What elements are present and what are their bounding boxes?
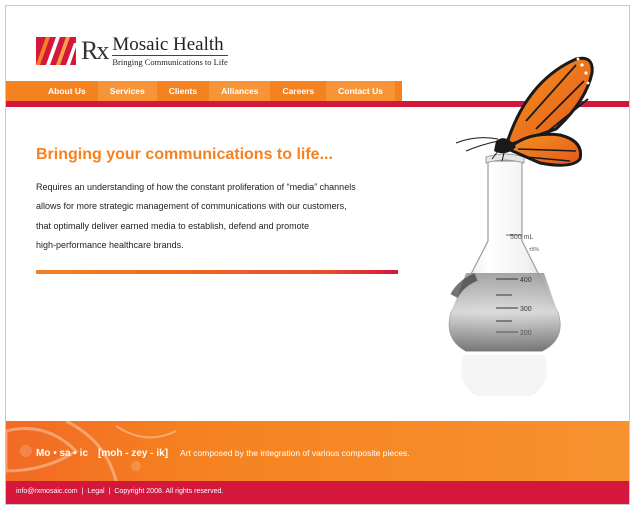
intro-line: allows for more strategic management of … xyxy=(36,201,347,212)
page-headline: Bringing your communications to life... xyxy=(36,146,333,163)
definition-band: Mo • sa • ic [moh - zey - ik] Art compos… xyxy=(6,421,629,481)
brand-tagline: Bringing Communications to Life xyxy=(112,55,228,67)
footer-email-link[interactable]: info@rxmosaic.com xyxy=(16,488,78,495)
intro-line: Requires an understanding of how the con… xyxy=(36,182,356,192)
intro-paragraph: Requires an understanding of how the con… xyxy=(36,178,406,255)
svg-text:500 mL: 500 mL xyxy=(510,234,533,241)
definition-text: Mo • sa • ic [moh - zey - ik] Art compos… xyxy=(36,448,410,459)
footer-text: info@rxmosaic.com | Legal | Copyright 20… xyxy=(16,488,223,495)
butterfly-icon xyxy=(455,56,594,167)
footer-separator: | xyxy=(81,488,84,495)
rx-symbol: Rx xyxy=(81,36,109,65)
nav-item-careers[interactable]: Careers xyxy=(270,81,326,101)
nav-item-contact-us[interactable]: Contact Us xyxy=(326,81,395,101)
svg-text:300: 300 xyxy=(520,306,532,313)
intro-line: high-performance healthcare brands. xyxy=(36,239,184,250)
page-frame: Rx Mosaic Health Bringing Communications… xyxy=(5,5,630,505)
footer-separator: | xyxy=(108,488,111,495)
footer: info@rxmosaic.com | Legal | Copyright 20… xyxy=(6,481,629,504)
logo-text: Mosaic Health Bringing Communications to… xyxy=(112,34,228,67)
flask-icon: 500 mL ±5% 400 300 200 xyxy=(448,153,561,396)
mosaic-phonetic: [moh - zey - ik] xyxy=(98,448,169,459)
nav-item-about-us[interactable]: About Us xyxy=(36,81,98,101)
butterfly-flask-illustration: 500 mL ±5% 400 300 200 xyxy=(436,51,616,396)
nav-items: About Us Services Clients Alliances Care… xyxy=(36,81,395,101)
svg-text:200: 200 xyxy=(520,330,532,337)
mosaic-syllables: Mo • sa • ic xyxy=(36,448,89,459)
brand-name: Mosaic Health xyxy=(112,34,224,55)
nav-item-clients[interactable]: Clients xyxy=(157,81,209,101)
logo[interactable]: Rx Mosaic Health Bringing Communications… xyxy=(36,34,228,68)
nav-item-services[interactable]: Services xyxy=(97,81,157,101)
mosaic-logo-icon xyxy=(36,37,76,65)
svg-text:400: 400 xyxy=(520,277,532,284)
mosaic-definition: Art composed by the integration of vario… xyxy=(180,448,410,458)
nav-item-alliances[interactable]: Alliances xyxy=(209,81,271,101)
gradient-divider xyxy=(36,270,398,274)
svg-text:±5%: ±5% xyxy=(529,247,540,253)
footer-legal-link[interactable]: Legal xyxy=(87,488,104,495)
intro-line: that optimally deliver earned media to e… xyxy=(36,220,310,231)
footer-copyright: Copyright 2008. All rights reserved. xyxy=(114,488,224,495)
